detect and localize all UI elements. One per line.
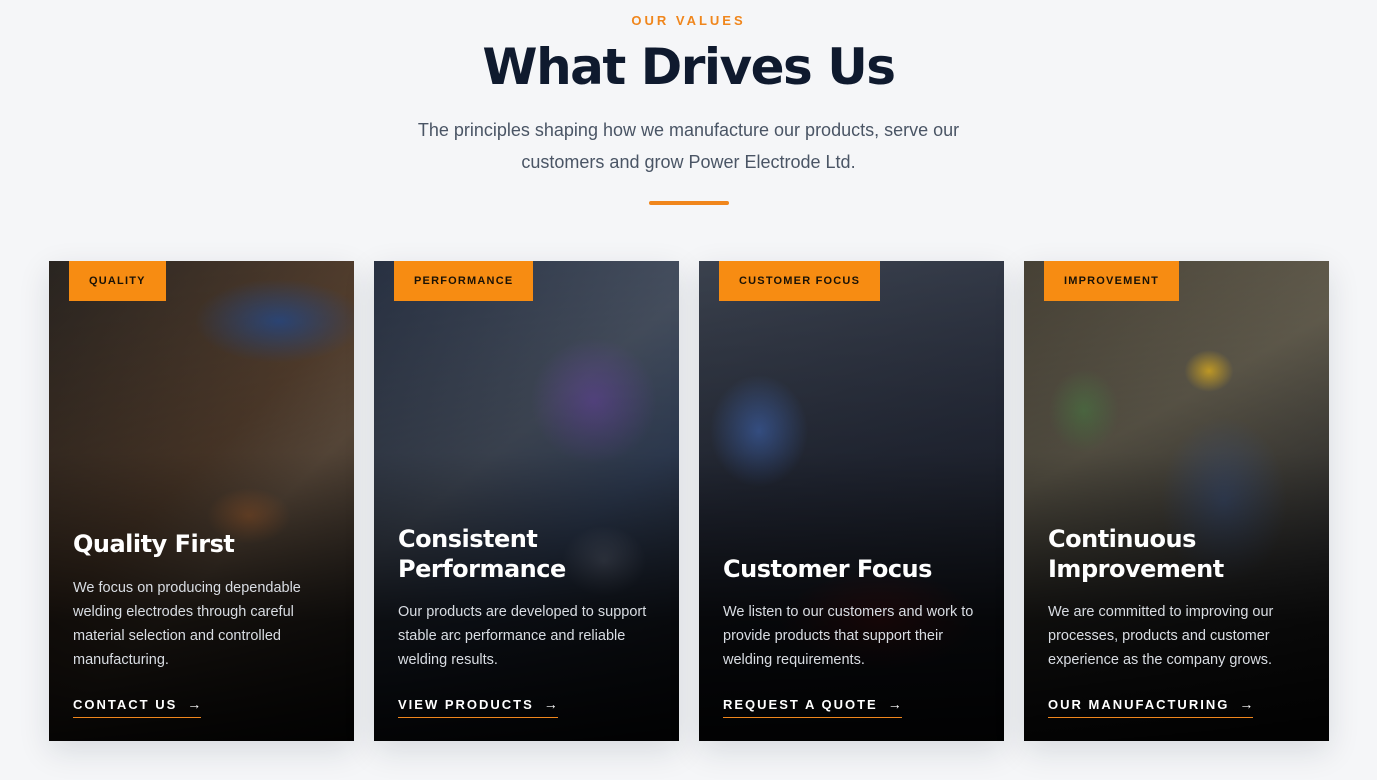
value-card-quality: QUALITY Quality First We focus on produc… (49, 261, 354, 741)
value-card-performance: PERFORMANCE Consistent Performance Our p… (374, 261, 679, 741)
card-tag: CUSTOMER FOCUS (719, 261, 881, 301)
our-manufacturing-link[interactable]: OUR MANUFACTURING → (1048, 696, 1254, 718)
arrow-right-icon: → (543, 696, 558, 712)
view-products-link[interactable]: VIEW PRODUCTS → (398, 696, 558, 718)
section-subtitle: The principles shaping how we manufactur… (417, 120, 960, 172)
arrow-right-icon: → (187, 696, 202, 712)
value-card-improvement: IMPROVEMENT Continuous Improvement We ar… (1024, 261, 1329, 741)
section-eyebrow: OUR VALUES (631, 13, 746, 28)
card-title: Continuous Improvement (1048, 525, 1224, 583)
card-title: Quality First (73, 530, 235, 558)
card-text: We are committed to improving our proces… (1048, 604, 1274, 668)
arrow-right-icon: → (1239, 696, 1254, 712)
card-text: We focus on producing dependable welding… (73, 580, 301, 668)
card-link-label: VIEW PRODUCTS (398, 696, 534, 712)
card-link-label: CONTACT US (73, 696, 178, 712)
card-tag: QUALITY (69, 261, 166, 301)
card-text: Our products are developed to support st… (398, 604, 647, 668)
card-text: We listen to our customers and work to p… (723, 604, 974, 668)
value-card-customer-focus: CUSTOMER FOCUS Customer Focus We listen … (699, 261, 1004, 741)
request-quote-link[interactable]: REQUEST A QUOTE → (723, 696, 902, 718)
section-divider (649, 201, 729, 205)
arrow-right-icon: → (887, 696, 902, 712)
values-card-grid: QUALITY Quality First We focus on produc… (49, 261, 1329, 741)
contact-us-link[interactable]: CONTACT US → (73, 696, 202, 718)
card-tag: IMPROVEMENT (1044, 261, 1180, 301)
card-title: Consistent Performance (398, 525, 566, 583)
card-link-label: REQUEST A QUOTE (723, 696, 878, 712)
section-title: What Drives Us (482, 38, 896, 96)
card-tag: PERFORMANCE (394, 261, 534, 301)
card-link-label: OUR MANUFACTURING (1048, 696, 1230, 712)
card-title: Customer Focus (723, 555, 932, 583)
